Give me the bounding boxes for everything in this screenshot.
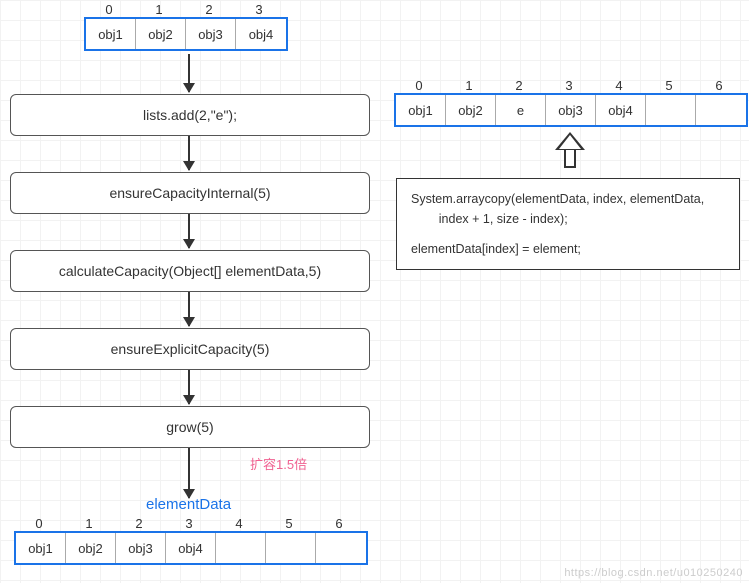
idx: 1: [64, 516, 114, 531]
result-array-cells: obj1 obj2 e obj3 obj4: [394, 93, 748, 127]
cell: obj2: [136, 19, 186, 49]
idx: 2: [184, 2, 234, 17]
watermark: https://blog.csdn.net/u010250240: [564, 567, 743, 579]
result-array-indices: 0 1 2 3 4 5 6: [394, 78, 748, 93]
grown-array: 0 1 2 3 4 5 6 obj1 obj2 obj3 obj4: [14, 516, 368, 565]
result-array: 0 1 2 3 4 5 6 obj1 obj2 e obj3 obj4: [394, 78, 748, 127]
step-add: lists.add(2,"e");: [10, 94, 370, 136]
code-line: index + 1, size - index);: [411, 209, 725, 229]
arrow-down-icon: [188, 292, 190, 326]
cell: obj1: [16, 533, 66, 563]
grow-factor-note: 扩容1.5倍: [250, 454, 307, 473]
idx: 5: [264, 516, 314, 531]
arrow-down-icon: [188, 448, 190, 498]
arrow-down-icon: [188, 54, 190, 92]
step-label: ensureExplicitCapacity(5): [111, 341, 270, 357]
idx: 6: [314, 516, 364, 531]
initial-array-indices: 0 1 2 3: [84, 2, 288, 17]
arrow-up-hollow-icon: [555, 132, 585, 168]
cell: obj1: [396, 95, 446, 125]
code-line: elementData[index] = element;: [411, 239, 725, 259]
code-explanation: System.arraycopy(elementData, index, ele…: [396, 178, 740, 270]
initial-array-cells: obj1 obj2 obj3 obj4: [84, 17, 288, 51]
idx: 2: [114, 516, 164, 531]
idx: 0: [394, 78, 444, 93]
idx: 4: [214, 516, 264, 531]
cell: obj3: [546, 95, 596, 125]
idx: 0: [14, 516, 64, 531]
step-grow: grow(5): [10, 406, 370, 448]
element-data-label: elementData: [146, 496, 231, 513]
cell: obj2: [66, 533, 116, 563]
grown-array-cells: obj1 obj2 obj3 obj4: [14, 531, 368, 565]
arrow-down-icon: [188, 136, 190, 170]
cell: obj2: [446, 95, 496, 125]
cell: obj4: [596, 95, 646, 125]
idx: 0: [84, 2, 134, 17]
initial-array: 0 1 2 3 obj1 obj2 obj3 obj4: [84, 2, 288, 51]
idx: 6: [694, 78, 744, 93]
cell: [316, 533, 366, 563]
step-ensure-explicit-capacity: ensureExplicitCapacity(5): [10, 328, 370, 370]
cell: obj1: [86, 19, 136, 49]
cell: e: [496, 95, 546, 125]
step-label: grow(5): [166, 419, 213, 435]
step-calculate-capacity: calculateCapacity(Object[] elementData,5…: [10, 250, 370, 292]
arrow-down-icon: [188, 214, 190, 248]
code-line: System.arraycopy(elementData, index, ele…: [411, 189, 725, 209]
idx: 1: [444, 78, 494, 93]
cell: [216, 533, 266, 563]
code-line: [411, 229, 725, 239]
idx: 4: [594, 78, 644, 93]
cell: obj4: [166, 533, 216, 563]
cell: [646, 95, 696, 125]
cell: [696, 95, 746, 125]
arrow-down-icon: [188, 370, 190, 404]
step-label: calculateCapacity(Object[] elementData,5…: [59, 263, 321, 279]
cell: obj4: [236, 19, 286, 49]
step-label: ensureCapacityInternal(5): [109, 185, 270, 201]
idx: 1: [134, 2, 184, 17]
cell: obj3: [116, 533, 166, 563]
idx: 5: [644, 78, 694, 93]
step-label: lists.add(2,"e");: [143, 107, 237, 123]
idx: 2: [494, 78, 544, 93]
grown-array-indices: 0 1 2 3 4 5 6: [14, 516, 368, 531]
idx: 3: [544, 78, 594, 93]
idx: 3: [234, 2, 284, 17]
idx: 3: [164, 516, 214, 531]
cell: obj3: [186, 19, 236, 49]
cell: [266, 533, 316, 563]
step-ensure-capacity-internal: ensureCapacityInternal(5): [10, 172, 370, 214]
